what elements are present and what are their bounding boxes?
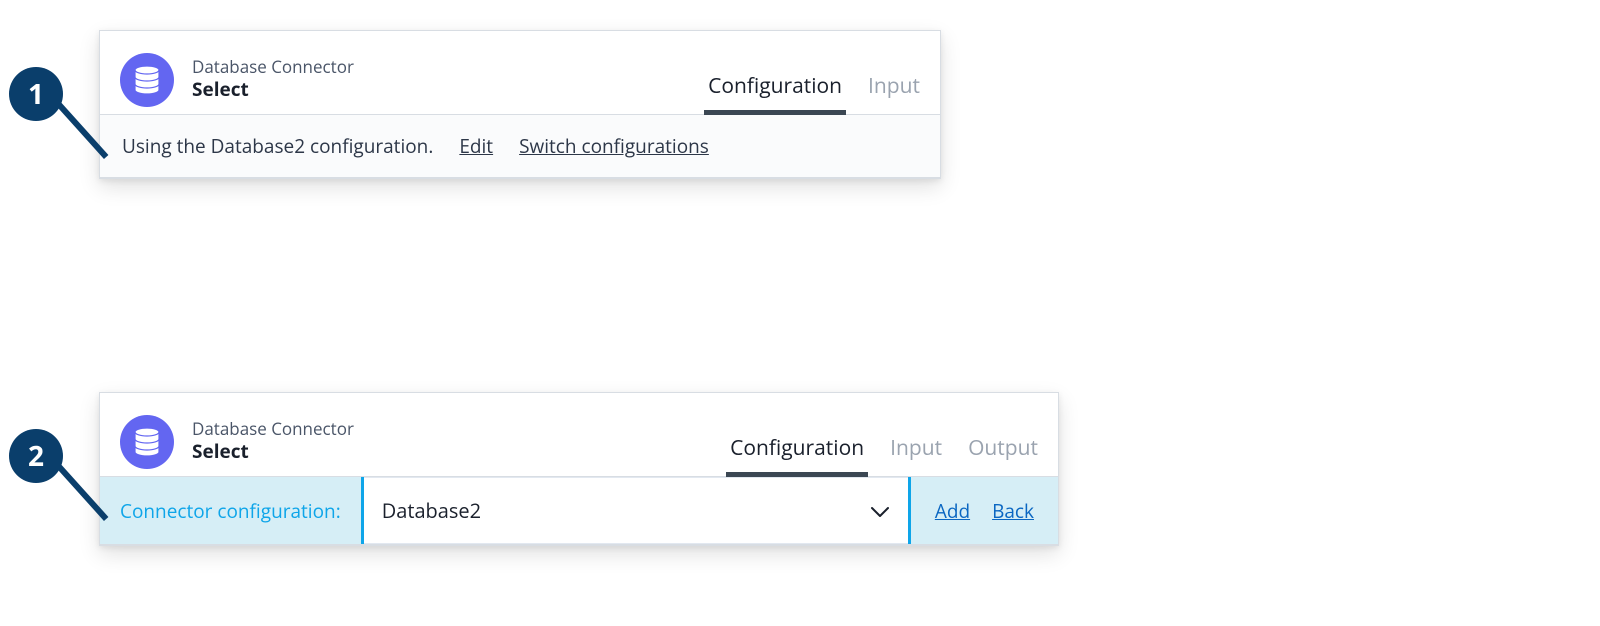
switch-configurations-link[interactable]: Switch configurations — [519, 133, 709, 159]
connector-kicker: Database Connector — [192, 419, 354, 439]
callout-number: 2 — [28, 437, 44, 475]
back-link[interactable]: Back — [992, 498, 1034, 524]
connector-config-value: Database2 — [382, 497, 481, 524]
tab-configuration[interactable]: Configuration — [730, 434, 864, 476]
callout-number: 1 — [28, 75, 44, 113]
add-link[interactable]: Add — [935, 498, 970, 524]
panel-header: Database Connector Select Configuration … — [100, 393, 1058, 477]
tab-input[interactable]: Input — [868, 72, 920, 114]
connector-config-label: Connector configuration: — [100, 477, 364, 544]
connector-config-select[interactable]: Database2 — [364, 477, 908, 544]
chevron-down-icon — [870, 497, 890, 524]
connector-config-row: Connector configuration: Database2 Add B… — [100, 477, 1058, 545]
panel-header: Database Connector Select Configuration … — [100, 31, 940, 115]
connector-name: Select — [192, 439, 354, 464]
edit-link[interactable]: Edit — [459, 133, 493, 159]
config-status-text: Using the Database2 configuration. — [122, 133, 433, 159]
connector-title-block: Database Connector Select — [192, 419, 354, 464]
tab-configuration[interactable]: Configuration — [708, 72, 842, 114]
tabs: Configuration Input Output — [730, 407, 1038, 476]
callout-badge-2: 2 — [9, 429, 63, 483]
tab-output[interactable]: Output — [968, 434, 1038, 476]
connector-name: Select — [192, 77, 354, 102]
connector-panel-2: Database Connector Select Configuration … — [99, 392, 1059, 546]
connector-title-block: Database Connector Select — [192, 57, 354, 102]
connector-config-actions: Add Back — [908, 477, 1058, 544]
config-status-bar: Using the Database2 configuration. Edit … — [100, 115, 940, 178]
tab-input[interactable]: Input — [890, 434, 942, 476]
connector-panel-1: Database Connector Select Configuration … — [99, 30, 941, 179]
database-icon — [120, 415, 174, 469]
callout-badge-1: 1 — [9, 67, 63, 121]
database-icon — [120, 53, 174, 107]
tabs: Configuration Input — [708, 45, 920, 114]
connector-kicker: Database Connector — [192, 57, 354, 77]
